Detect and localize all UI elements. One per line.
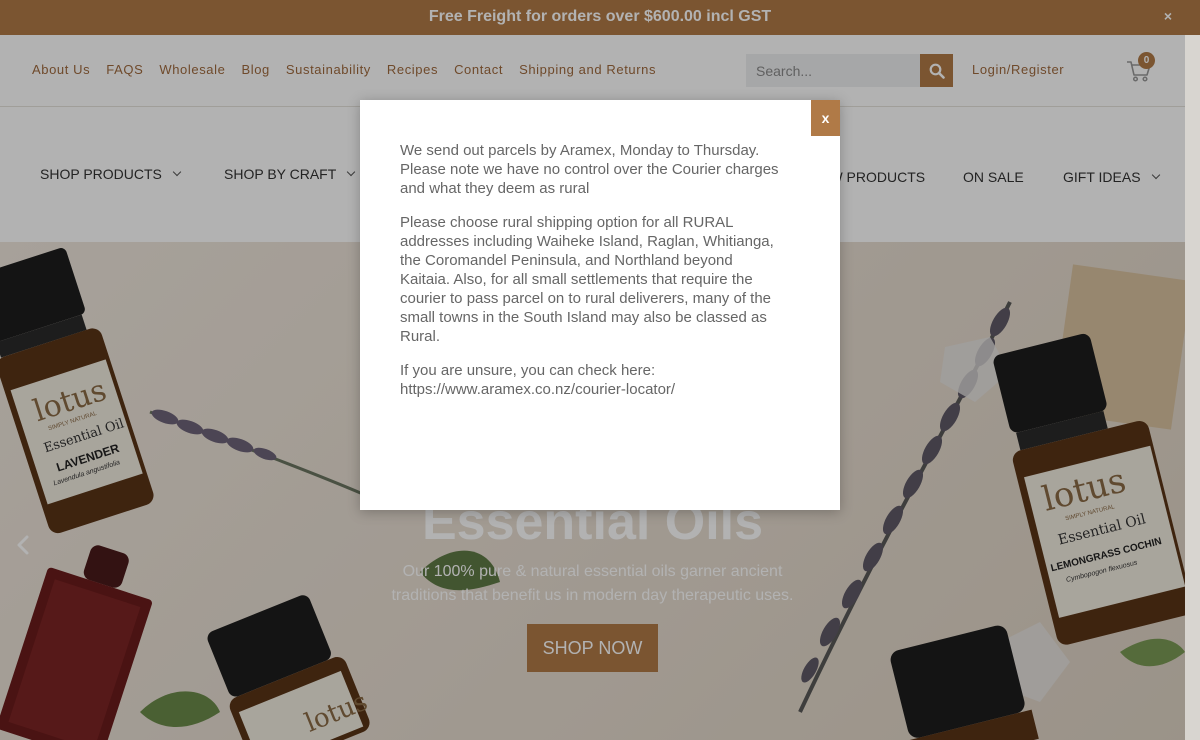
nav-link-wholesale[interactable]: Wholesale [159,62,225,77]
modal-text-line: We send out parcels by Aramex, Monday to… [400,142,760,159]
modal-text-line: Kaitaia. Also, for all small settlements… [400,271,753,288]
nav-link-sustainability[interactable]: Sustainability [286,62,371,77]
chevron-down-icon [172,167,182,177]
modal-paragraph-3: If you are unsure, you can check here: h… [400,361,810,399]
shipping-info-modal: x We send out parcels by Aramex, Monday … [360,100,840,510]
modal-paragraph-1: We send out parcels by Aramex, Monday to… [400,141,810,198]
chevron-left-icon[interactable] [14,534,32,556]
modal-text-line: small towns in the South Island may also… [400,309,767,326]
utility-nav: About Us FAQS Wholesale Blog Sustainabil… [32,62,656,77]
nav-gift-ideas-label: GIFT IDEAS [1063,169,1141,185]
announcement-close-button[interactable]: × [1164,8,1172,24]
modal-text-line: Please choose rural shipping option for … [400,214,734,231]
nav-shop-by-craft[interactable]: SHOP BY CRAFT [224,166,356,182]
nav-link-shipping-returns[interactable]: Shipping and Returns [519,62,656,77]
site-header: About Us FAQS Wholesale Blog Sustainabil… [0,35,1200,107]
page-scrollbar[interactable] [1185,35,1200,740]
announcement-bar: Free Freight for orders over $600.00 inc… [0,0,1200,35]
courier-locator-link[interactable]: https://www.aramex.co.nz/courier-locator… [400,380,810,399]
modal-text-line: addresses including Waiheke Island, Ragl… [400,233,774,250]
cart-count-badge: 0 [1138,52,1155,69]
nav-shop-by-craft-label: SHOP BY CRAFT [224,166,337,182]
shop-now-button[interactable]: SHOP NOW [527,624,658,672]
modal-body: We send out parcels by Aramex, Monday to… [400,141,810,414]
nav-gift-ideas[interactable]: GIFT IDEAS [1063,169,1160,185]
nav-shop-products[interactable]: SHOP PRODUCTS [40,166,182,182]
nav-on-sale-label: ON SALE [963,169,1024,185]
modal-text-line: and what they deem as rural [400,180,590,197]
modal-paragraph-2: Please choose rural shipping option for … [400,213,810,346]
chevron-down-icon [347,167,356,177]
nav-on-sale[interactable]: ON SALE [963,169,1024,185]
modal-text-line: courier to pass parcel on to rural deliv… [400,290,772,307]
search-button[interactable] [920,54,953,87]
hero-subtitle: Our 100% pure & natural essential oils g… [0,560,1185,608]
nav-shop-products-label: SHOP PRODUCTS [40,166,162,182]
search-icon [929,63,945,79]
nav-link-about-us[interactable]: About Us [32,62,90,77]
modal-text-line: Please note we have no control over the … [400,161,779,178]
announcement-text: Free Freight for orders over $600.00 inc… [428,8,772,25]
hero-subtitle-line-1: Our 100% pure & natural essential oils g… [402,563,783,580]
modal-close-button[interactable]: x [811,100,840,136]
nav-link-blog[interactable]: Blog [241,62,269,77]
chevron-down-icon [1151,170,1160,180]
modal-text-line: Rural. [400,328,441,345]
search-input[interactable] [746,54,920,87]
modal-text-line: If you are unsure, you can check here: [400,362,656,379]
nav-link-contact[interactable]: Contact [454,62,503,77]
login-register-link[interactable]: Login/Register [972,62,1064,77]
modal-text-line: the Coromandel Peninsula, and Northland … [400,252,733,269]
nav-link-recipes[interactable]: Recipes [387,62,438,77]
nav-link-faqs[interactable]: FAQS [106,62,143,77]
hero-subtitle-line-2: traditions that benefit us in modern day… [391,587,794,604]
